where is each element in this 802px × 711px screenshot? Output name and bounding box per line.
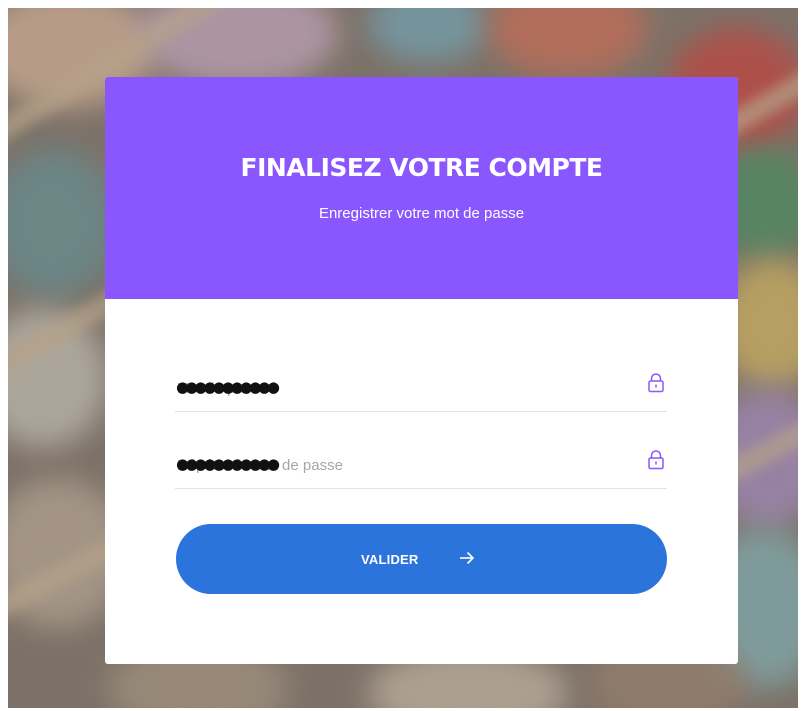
page-subtitle: Enregistrer votre mot de passe (318, 205, 525, 222)
arrow-right-icon (460, 551, 475, 565)
lock-icon (648, 450, 664, 470)
lock-icon (648, 373, 664, 393)
account-card: FINALISEZ VOTRE COMPTE Enregistrer votre… (105, 77, 738, 664)
submit-button-label: VALIDER (361, 552, 419, 567)
password-field: Mot de passe ●●●●●●●●●●● (175, 367, 667, 412)
card-header: FINALISEZ VOTRE COMPTE Enregistrer votre… (105, 77, 738, 299)
confirm-password-field: Répétez le mot de passe ●●●●●●●●●●● (175, 444, 667, 489)
confirm-password-input[interactable] (175, 444, 637, 488)
page-title: FINALISEZ VOTRE COMPTE (240, 153, 603, 182)
submit-button[interactable]: VALIDER (176, 524, 667, 594)
password-input[interactable] (175, 367, 637, 411)
